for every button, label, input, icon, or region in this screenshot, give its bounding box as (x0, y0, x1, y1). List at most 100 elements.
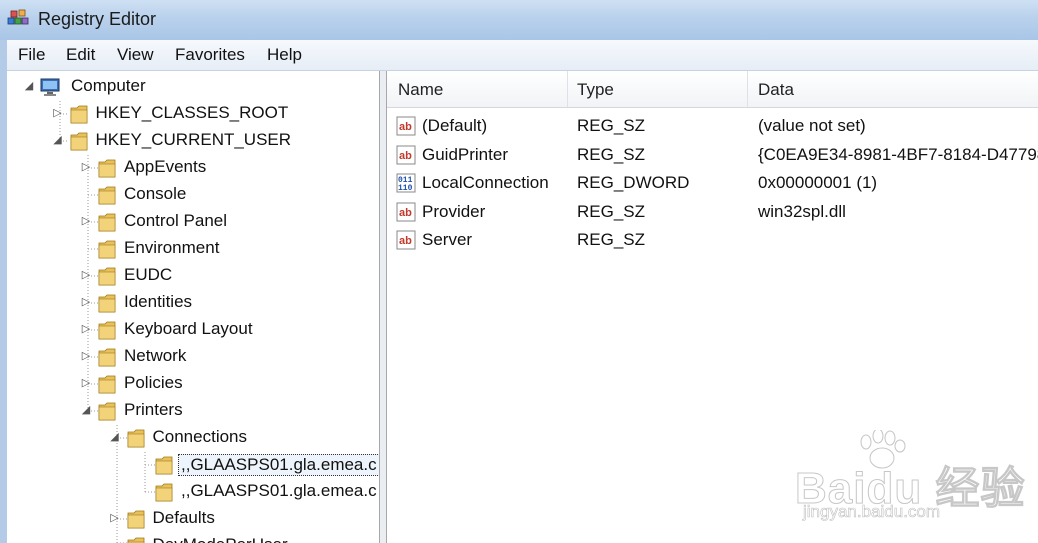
folder-icon (98, 265, 116, 287)
svg-text:110: 110 (398, 184, 413, 193)
folder-icon (98, 211, 116, 233)
title-bar[interactable]: Registry Editor (0, 0, 1038, 40)
value-data: 0x00000001 (1) (758, 173, 878, 192)
tree-node[interactable]: ◢ Connections (7, 425, 379, 451)
folder-icon (98, 346, 116, 368)
window-title: Registry Editor (38, 9, 157, 29)
table-row[interactable]: ab GuidPrinter REG_SZ {C0EA9E34-8981-4BF7-8… (387, 141, 1038, 169)
baidu-watermark: Baidu 经验 jingyan.baidu.com (794, 430, 1035, 540)
registry-editor-icon (7, 9, 29, 25)
tree-node[interactable]: ,,GLAASPS01.gla.emea.c (7, 479, 379, 505)
tree-node[interactable]: ▷ AppEvents (7, 155, 379, 181)
tree-node[interactable]: Environment (7, 236, 379, 262)
string-value-icon: ab (396, 230, 416, 250)
tree-node[interactable]: ▷ EUDC (7, 263, 379, 289)
tree-node[interactable]: DevModePerUser (7, 533, 379, 543)
tree-node[interactable]: ▷ Identities (7, 290, 379, 316)
tree-node-label: Environment (124, 238, 220, 257)
list-header: Name Type Data (387, 71, 1038, 108)
string-value-icon: ab (396, 145, 416, 165)
folder-icon (98, 157, 116, 179)
tree-collapse-icon[interactable]: ◢ (52, 134, 64, 146)
tree-node-label: Identities (124, 292, 193, 311)
svg-text:ab: ab (399, 207, 412, 219)
folder-icon (98, 373, 116, 395)
folder-icon (98, 319, 116, 341)
tree-expand-icon[interactable]: ▷ (80, 161, 92, 173)
svg-text:ab: ab (399, 235, 412, 247)
tree-expand-icon[interactable]: ▷ (80, 296, 92, 308)
tree-node-label: DevModePerUser (153, 535, 288, 543)
tree-node[interactable]: ▷ Policies (7, 371, 379, 397)
column-separator[interactable] (567, 71, 568, 107)
folder-icon (127, 427, 145, 449)
menu-edit[interactable]: Edit (66, 45, 95, 65)
value-type: REG_SZ (577, 144, 646, 164)
column-header-data[interactable]: Data (758, 80, 794, 100)
folder-icon (70, 130, 88, 152)
folder-icon (70, 103, 88, 125)
tree-expand-icon[interactable]: ▷ (109, 512, 121, 524)
menu-file[interactable]: File (18, 45, 45, 65)
tree-expand-icon[interactable]: ▷ (80, 215, 92, 227)
tree-node-label: EUDC (124, 265, 173, 284)
tree-collapse-icon[interactable]: ◢ (109, 431, 121, 443)
tree-node-label: Connections (152, 427, 248, 446)
tree-expand-icon[interactable]: ▷ (80, 350, 92, 362)
window-frame (0, 40, 7, 543)
tree-node[interactable]: ◢ HKEY_CURRENT_USER (7, 128, 379, 154)
value-type: REG_DWORD (577, 173, 690, 192)
value-type: REG_SZ (577, 201, 646, 221)
column-separator[interactable] (747, 71, 748, 107)
tree-expand-icon[interactable]: ▷ (80, 323, 92, 335)
column-header-name[interactable]: Name (398, 80, 443, 100)
tree-node[interactable]: ◢ Printers (7, 398, 379, 424)
table-row[interactable]: ab (Default) REG_SZ (value not set) (387, 112, 1038, 140)
table-row[interactable]: ab Provider REG_SZ win32spl.dll (387, 198, 1038, 226)
folder-icon (98, 400, 116, 422)
pane-splitter[interactable] (380, 71, 387, 543)
tree-collapse-icon[interactable]: ◢ (80, 404, 92, 416)
value-name: GuidPrinter (422, 144, 508, 164)
tree-node[interactable]: ▷ Control Panel (7, 209, 379, 235)
tree-node[interactable]: ▷ Defaults (7, 506, 379, 532)
svg-text:ab: ab (399, 150, 412, 162)
menu-view[interactable]: View (117, 45, 154, 65)
tree-node-label: HKEY_CLASSES_ROOT (95, 103, 289, 122)
tree-node[interactable]: ▷ Keyboard Layout (7, 317, 379, 343)
folder-icon (155, 481, 173, 503)
column-header-type[interactable]: Type (577, 80, 614, 100)
svg-text:ab: ab (399, 121, 412, 133)
tree-node[interactable]: ,,GLAASPS01.gla.emea.c (7, 452, 379, 478)
table-row[interactable]: ab Server REG_SZ (387, 226, 1038, 254)
tree-node-label: Computer (71, 76, 146, 95)
tree-node-label: AppEvents (124, 157, 207, 176)
tree-expand-icon[interactable]: ▷ (80, 269, 92, 281)
folder-icon (127, 535, 145, 543)
menu-help[interactable]: Help (267, 45, 302, 65)
value-name: Provider (422, 201, 486, 221)
tree-node-label: ,,GLAASPS01.gla.emea.c (181, 481, 377, 500)
folder-icon (98, 292, 116, 314)
tree-node[interactable]: ▷ Network (7, 344, 379, 370)
tree-expand-icon[interactable]: ▷ (52, 107, 64, 119)
tree-node[interactable]: ▷ HKEY_CLASSES_ROOT (7, 101, 379, 127)
tree-node-label: Keyboard Layout (124, 319, 253, 338)
folder-icon (155, 454, 173, 476)
tree-node-label: HKEY_CURRENT_USER (95, 130, 292, 149)
string-value-icon: ab (396, 202, 416, 222)
value-name: Server (422, 230, 473, 249)
tree-node[interactable]: Console (7, 182, 379, 208)
value-name: LocalConnection (422, 173, 549, 192)
value-type: REG_SZ (577, 230, 646, 249)
registry-tree[interactable]: ◢ Computer ▷ HKEY_CLASSES_ROOT ◢ HKEY_CURRENT… (7, 71, 380, 543)
tree-collapse-icon[interactable]: ◢ (23, 80, 35, 92)
tree-node-label: Policies (124, 373, 183, 392)
value-type: REG_SZ (577, 116, 646, 135)
menu-favorites[interactable]: Favorites (175, 45, 245, 65)
folder-icon (98, 184, 116, 206)
tree-expand-icon[interactable]: ▷ (80, 377, 92, 389)
tree-node[interactable]: ◢ Computer (7, 74, 379, 100)
table-row[interactable]: 011 110 LocalConnection REG_DWORD 0x00000001… (387, 169, 1038, 197)
tree-node-label: Printers (124, 400, 183, 419)
